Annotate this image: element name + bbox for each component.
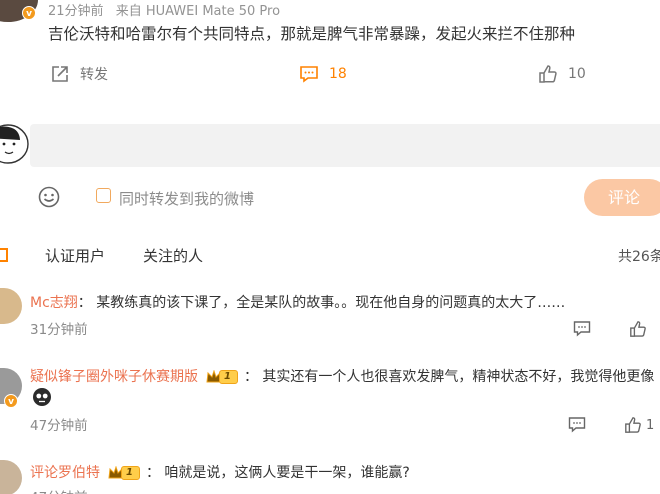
- tab-verified-users[interactable]: 认证用户: [45, 245, 105, 266]
- tab-following[interactable]: 关注的人: [143, 245, 203, 266]
- comment-time: 47分钟前: [30, 418, 88, 434]
- comment-row: Mc志翔： 某教练真的该下课了，全是某队的故事。。现在他自身的问题真的太大了……: [30, 292, 565, 312]
- comment-count-button[interactable]: 18: [299, 64, 347, 84]
- reply-button[interactable]: [573, 320, 591, 337]
- skull-emoji-icon: [32, 387, 52, 411]
- comment-time: 31分钟前: [30, 322, 88, 338]
- comment-avatar[interactable]: [0, 460, 22, 494]
- comment-row: 评论罗伯特 1 ： 咱就是说，这俩人要是干一架，谁能赢?: [30, 462, 410, 482]
- repost-button[interactable]: 转发: [50, 64, 108, 84]
- thumbs-up-icon: [539, 65, 557, 83]
- post-time: 21分钟前: [48, 4, 104, 19]
- repost-checkbox-label: 同时转发到我的微博: [119, 190, 255, 208]
- comment-text: ： 其实还有一个人也很喜欢发脾气，精神状态不好，我觉得他更像: [243, 369, 655, 385]
- verified-badge: v: [22, 6, 36, 20]
- comment-author[interactable]: 疑似锋子圈外咪子休赛期版: [30, 369, 198, 385]
- thumbs-up-icon: [630, 321, 646, 337]
- comment-time: 47分钟前: [30, 486, 88, 494]
- comment-icon: [573, 321, 591, 337]
- verified-badge: v: [4, 394, 18, 408]
- thumbs-up-icon: [625, 417, 641, 433]
- comment-like-button[interactable]: 1: [624, 416, 654, 434]
- fan-level-badge: 1: [206, 369, 238, 384]
- share-icon: [52, 66, 68, 82]
- emoji-button[interactable]: [38, 186, 60, 212]
- comment-count: 18: [329, 66, 347, 82]
- comment-avatar[interactable]: [0, 288, 22, 324]
- smiley-icon: [38, 186, 60, 208]
- comment-like-button[interactable]: [629, 320, 647, 338]
- comment-like-count: 1: [646, 417, 655, 433]
- comment-icon: [568, 417, 586, 433]
- comment-author[interactable]: 评论罗伯特: [30, 465, 100, 481]
- fan-level-badge: 1: [108, 465, 140, 480]
- comment-input[interactable]: [30, 124, 660, 167]
- filter-tabs: 认证用户 关注的人: [0, 245, 660, 267]
- repost-checkbox[interactable]: [96, 188, 111, 203]
- comment-text: ： 咱就是说，这俩人要是干一架，谁能赢?: [145, 465, 410, 481]
- post-source: 来自 HUAWEI Mate 50 Pro: [115, 4, 281, 19]
- comment-author[interactable]: Mc志翔: [30, 295, 78, 311]
- like-count: 10: [568, 66, 586, 82]
- post-text: 吉伦沃特和哈雷尔有个共同特点，那就是脾气非常暴躁，发起火来拦不住那种: [48, 25, 576, 43]
- reply-button[interactable]: [568, 416, 586, 433]
- comment-text: ： 某教练真的该下课了，全是某队的故事。。现在他自身的问题真的太大了……: [77, 295, 566, 311]
- submit-comment-button[interactable]: 评论: [584, 179, 660, 216]
- comment-row: 疑似锋子圈外咪子休赛期版 1 ： 其实还有一个人也很喜欢发脾气，精神状态不好，我觉得…: [30, 366, 654, 386]
- comment-total: 共26条: [618, 249, 660, 265]
- comment-icon: [300, 66, 318, 83]
- repost-label: 转发: [80, 67, 108, 83]
- post-meta: 21分钟前 来自 HUAWEI Mate 50 Pro: [48, 0, 280, 19]
- like-button[interactable]: 10: [538, 64, 586, 84]
